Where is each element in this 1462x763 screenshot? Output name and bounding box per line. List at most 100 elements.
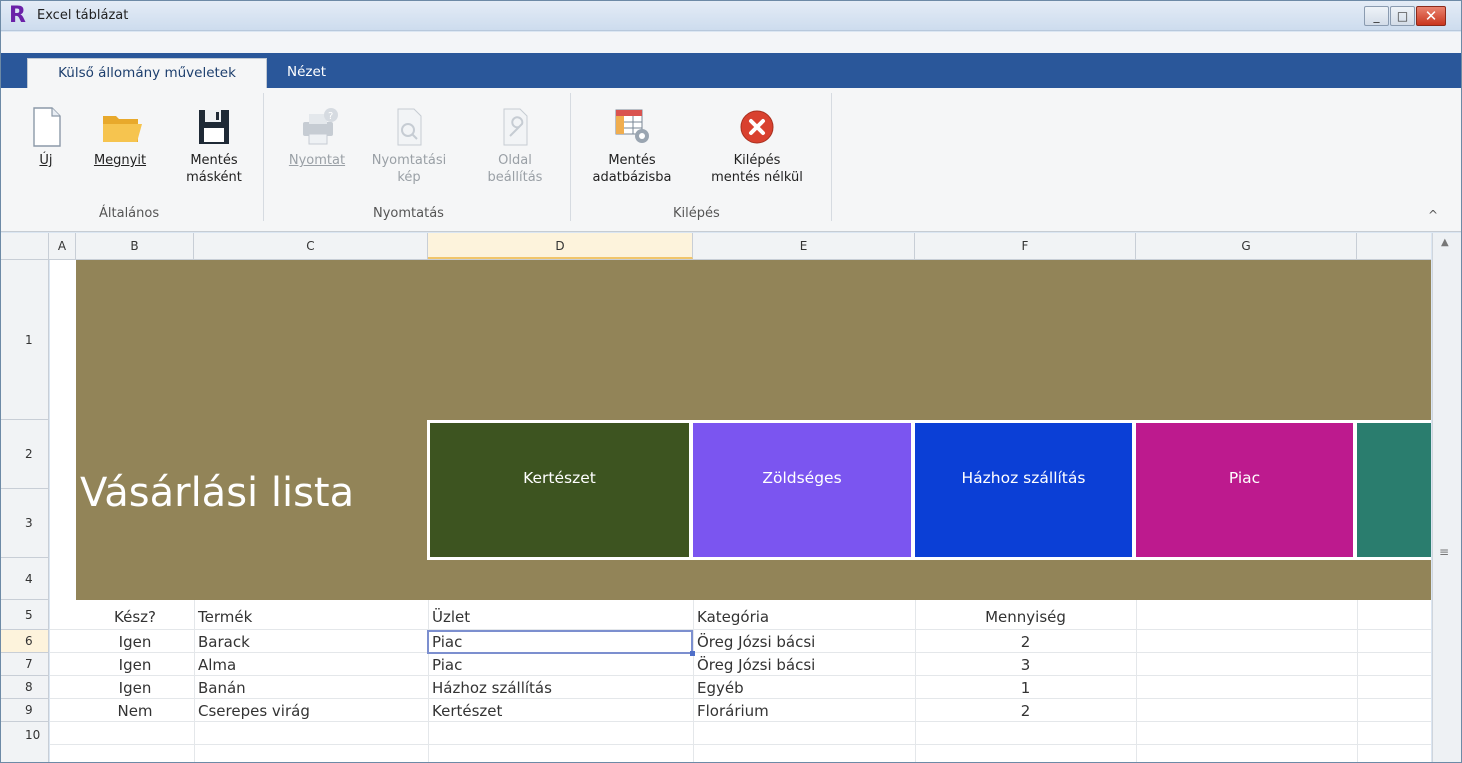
grid-line [1357,600,1358,762]
page-setup-icon [495,106,535,146]
app-logo: R [9,3,26,28]
table-cell[interactable]: Igen [76,677,194,699]
table-cell[interactable]: Egyéb [697,677,912,699]
tab-strip-spacer [1,32,1461,53]
group-label-exit: Kilépés [673,206,720,221]
minimize-button[interactable]: _ [1364,6,1389,26]
print-button[interactable]: ? Nyomtat [277,106,357,169]
table-header-shop[interactable]: Üzlet [432,606,690,628]
column-headers: A B C D E F G [1,233,1431,260]
scroll-grip-icon[interactable]: ≡ [1439,545,1449,559]
column-header-g[interactable]: G [1136,233,1357,259]
table-cell[interactable]: Banán [198,677,426,699]
open-label: Megnyit [93,153,147,168]
tile-zoldseges[interactable]: Zöldséges [693,423,911,557]
group-label-print: Nyomtatás [373,206,444,221]
table-cell[interactable]: Igen [76,654,194,676]
save-to-database-label-2: adatbázisba [592,170,672,185]
close-icon: ✕ [1424,7,1438,25]
save-to-database-button[interactable]: Mentés adatbázisba [584,106,680,186]
table-cell[interactable]: 1 [915,677,1136,699]
row-header-6[interactable]: 6 [1,630,49,653]
vertical-scrollbar[interactable]: ▲ ≡ [1432,233,1461,762]
row-header-9[interactable]: 9 [1,699,49,722]
table-cell[interactable]: Piac [432,654,690,676]
page-setup-button[interactable]: Oldal beállítás [475,106,555,186]
print-preview-label-1: Nyomtatási [371,153,447,168]
grid-line [693,600,694,762]
maximize-icon: □ [1396,9,1409,23]
close-button[interactable]: ✕ [1416,6,1446,26]
table-cell[interactable]: Florárium [697,700,912,722]
row-header-4[interactable]: 4 [1,558,49,600]
column-header-h[interactable] [1357,233,1431,259]
column-header-f[interactable]: F [915,233,1136,259]
print-label: Nyomtat [288,153,346,168]
table-cell[interactable]: Barack [198,631,426,653]
row-header-8[interactable]: 8 [1,676,49,699]
folder-icon [100,106,142,146]
row-header-3[interactable]: 3 [1,489,49,558]
open-button[interactable]: Megnyit [85,106,155,169]
table-cell[interactable]: Igen [76,631,194,653]
table-cell[interactable]: Öreg Józsi bácsi [697,631,912,653]
row-header-1[interactable]: 1 [1,260,49,420]
grid-line [1136,600,1137,762]
active-cell-selection[interactable] [427,630,695,656]
printer-icon: ? [297,106,338,146]
exit-without-saving-button[interactable]: Kilépés mentés nélkül [695,106,819,186]
group-separator [831,93,832,221]
row-header-7[interactable]: 7 [1,653,49,676]
svg-text:?: ? [328,111,333,122]
tab-external-file-operations[interactable]: Külső állomány műveletek [27,58,267,88]
tab-view[interactable]: Nézet [273,58,340,88]
new-button[interactable]: Új [21,106,71,169]
ribbon-tab-bar: Külső állomány műveletek Nézet [1,53,1461,88]
save-as-label-2: másként [186,170,242,185]
table-cell[interactable]: 2 [915,700,1136,722]
grid-line [428,600,429,762]
column-header-e[interactable]: E [693,233,915,259]
row-header-5[interactable]: 5 [1,600,49,630]
save-as-button[interactable]: Mentés másként [174,106,254,186]
table-cell[interactable]: Alma [198,654,426,676]
table-cell[interactable]: Öreg Józsi bácsi [697,654,912,676]
scroll-up-icon[interactable]: ▲ [1441,237,1449,248]
select-all-corner[interactable] [1,233,49,259]
spreadsheet-grid[interactable]: Vásárlási lista Kertészet Zöldséges Házh… [50,260,1431,762]
table-header-product[interactable]: Termék [198,606,426,628]
table-cell[interactable]: Házhoz szállítás [432,677,690,699]
title-bar: R Excel táblázat _ □ ✕ [1,1,1461,31]
save-as-label-1: Mentés [190,153,238,168]
column-header-d[interactable]: D [428,233,693,259]
fill-handle[interactable] [690,651,695,656]
tile-kerteszet[interactable]: Kertészet [430,423,689,557]
column-header-a[interactable]: A [49,233,76,259]
row-header-10[interactable]: 10 [1,722,49,762]
maximize-button[interactable]: □ [1390,6,1415,26]
table-cell[interactable]: Kertészet [432,700,690,722]
group-label-general: Általános [99,206,160,221]
column-header-c[interactable]: C [194,233,428,259]
table-cell[interactable]: Nem [76,700,194,722]
sheet-title: Vásárlási lista [80,470,355,516]
ribbon: Új Megnyit Mentés másként Általános ? Ny… [1,88,1461,232]
grid-line [50,744,1431,745]
row-header-2[interactable]: 2 [1,420,49,489]
print-preview-button[interactable]: Nyomtatási kép [367,106,451,186]
app-window: R Excel táblázat _ □ ✕ Külső állomány mű… [0,0,1462,763]
table-cell[interactable]: 2 [915,631,1136,653]
tab-accent [11,53,27,88]
exit-without-saving-label-2: mentés nélkül [711,170,803,185]
grid-line [50,629,1431,630]
table-header-category[interactable]: Kategória [697,606,912,628]
column-header-b[interactable]: B [76,233,194,259]
collapse-ribbon-icon[interactable]: ^ [1428,208,1438,222]
table-header-done[interactable]: Kész? [76,606,194,628]
table-cell[interactable]: Cserepes virág [198,700,426,722]
table-cell[interactable]: 3 [915,654,1136,676]
tile-piac[interactable]: Piac [1136,423,1353,557]
table-header-quantity[interactable]: Mennyiség [915,606,1136,628]
tile-extra[interactable] [1357,423,1431,557]
tile-hazhoz-szallitas[interactable]: Házhoz szállítás [915,423,1132,557]
